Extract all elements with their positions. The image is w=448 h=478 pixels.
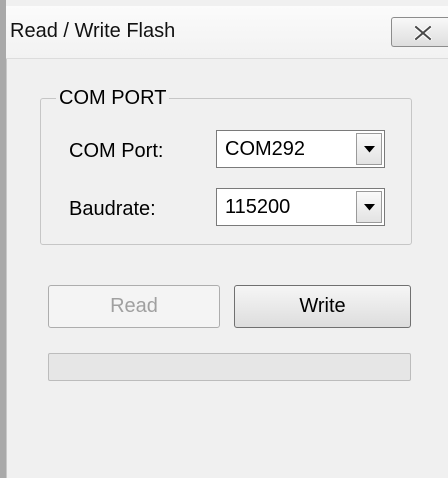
flash-progress-bar xyxy=(48,353,411,381)
com-port-select[interactable]: COM292 xyxy=(216,130,385,168)
com-port-group-title: COM PORT xyxy=(56,87,170,109)
close-x-icon xyxy=(414,26,432,40)
com-port-dropdown-button[interactable] xyxy=(356,133,382,165)
window-title: Read / Write Flash xyxy=(10,20,176,42)
com-port-label: COM Port: xyxy=(69,140,164,162)
com-port-value: COM292 xyxy=(225,138,306,160)
write-button[interactable]: Write xyxy=(234,285,411,328)
baudrate-select[interactable]: 115200 xyxy=(216,188,385,226)
chevron-down-icon xyxy=(364,204,375,211)
baudrate-label: Baudrate: xyxy=(69,198,156,220)
read-write-flash-window: Read / Write Flash COM PORT COM Port: CO… xyxy=(0,0,448,478)
baudrate-dropdown-button[interactable] xyxy=(356,191,382,223)
close-button[interactable] xyxy=(391,17,448,47)
window-left-border-inner xyxy=(6,58,7,478)
read-button[interactable]: Read xyxy=(48,285,220,328)
chevron-down-icon xyxy=(364,146,375,153)
title-bar[interactable]: Read / Write Flash xyxy=(6,6,448,59)
baudrate-value: 115200 xyxy=(225,196,291,218)
